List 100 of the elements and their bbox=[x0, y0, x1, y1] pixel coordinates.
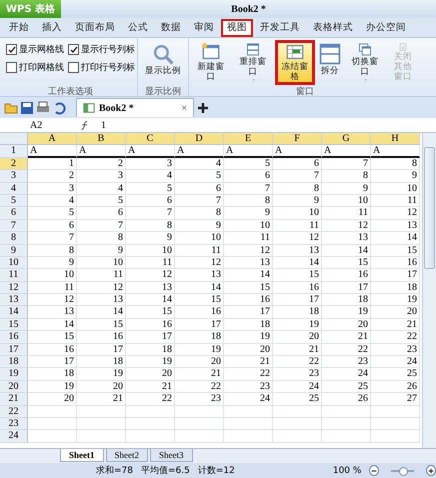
row-header[interactable]: 23 bbox=[0, 418, 28, 430]
table-cell: 8 bbox=[28, 244, 77, 257]
column-header[interactable]: D bbox=[175, 133, 224, 146]
column-header[interactable]: G bbox=[322, 133, 371, 146]
table-cell: 18 bbox=[224, 318, 273, 332]
row-header[interactable]: 16 bbox=[0, 331, 28, 344]
row-header[interactable]: 5 bbox=[0, 194, 28, 208]
group-title: 工作表选项 bbox=[47, 86, 94, 96]
column-header[interactable]: F bbox=[273, 133, 322, 146]
row-header[interactable]: 10 bbox=[0, 256, 28, 270]
column-header[interactable]: A bbox=[28, 133, 77, 146]
name-box[interactable]: A2 bbox=[0, 120, 80, 130]
menu-tab[interactable]: 开发工具 bbox=[254, 18, 306, 36]
menu-tab[interactable]: 审阅 bbox=[188, 18, 220, 36]
checkbox[interactable] bbox=[6, 62, 17, 73]
scrollbar-thumb[interactable] bbox=[424, 147, 435, 269]
menu-tab[interactable]: 公式 bbox=[122, 18, 154, 36]
table-cell: 13 bbox=[322, 232, 371, 245]
table-cell: 15 bbox=[273, 269, 322, 282]
checkbox[interactable] bbox=[68, 62, 79, 73]
row-header[interactable]: 24 bbox=[0, 430, 28, 443]
row-header[interactable]: 1 bbox=[0, 145, 28, 158]
table-cell: 17 bbox=[28, 356, 77, 368]
printer-icon bbox=[36, 100, 50, 114]
zoom-in-button[interactable] bbox=[426, 465, 436, 476]
zoom-out-button[interactable] bbox=[369, 465, 380, 476]
table-cell bbox=[175, 418, 224, 430]
table-cell: 3 bbox=[126, 158, 175, 170]
close-tab-button[interactable]: × bbox=[181, 102, 187, 114]
window-button[interactable]: 重排窗口 bbox=[233, 40, 273, 85]
row-header[interactable]: 22 bbox=[0, 406, 28, 418]
column-header[interactable]: H bbox=[371, 133, 420, 146]
row-header[interactable]: 6 bbox=[0, 207, 28, 220]
formula-field[interactable]: 1 bbox=[91, 120, 106, 130]
sheet-tab[interactable]: Sheet3 bbox=[150, 449, 192, 462]
row-header[interactable]: 9 bbox=[0, 244, 28, 257]
vertical-scrollbar[interactable] bbox=[422, 133, 436, 448]
table-cell bbox=[28, 418, 77, 430]
row-header[interactable]: 11 bbox=[0, 269, 28, 282]
checkbox-option[interactable]: 打印行号列标 bbox=[68, 61, 135, 74]
table-cell: 15 bbox=[322, 256, 371, 270]
menu-tab[interactable]: 视图 bbox=[221, 18, 253, 36]
table-cell: 5 bbox=[224, 158, 273, 170]
row-header[interactable]: 20 bbox=[0, 380, 28, 394]
table-cell: 22 bbox=[322, 344, 371, 356]
menu-tab[interactable]: 办公空间 bbox=[360, 18, 412, 36]
group-title: 窗口 bbox=[295, 86, 315, 96]
window-button[interactable]: 冻结窗格 bbox=[275, 40, 315, 85]
checkbox-option[interactable]: 显示行号列标 bbox=[68, 43, 135, 56]
window-button[interactable]: 切换窗口 bbox=[345, 40, 385, 85]
column-header[interactable]: E bbox=[224, 133, 273, 146]
table-cell: 5 bbox=[28, 207, 77, 220]
table-cell: 7 bbox=[175, 194, 224, 208]
table-cell: 27 bbox=[371, 393, 420, 406]
table-cell: 11 bbox=[371, 194, 420, 208]
table-cell: 9 bbox=[28, 256, 77, 270]
row-header[interactable]: 8 bbox=[0, 232, 28, 245]
document-tab[interactable]: Book2 * × bbox=[76, 98, 194, 117]
folder-icon bbox=[4, 100, 18, 114]
menu-tab[interactable]: 开始 bbox=[3, 18, 35, 36]
sheet-tab[interactable]: Sheet2 bbox=[106, 449, 148, 462]
menu-tab[interactable]: 页面布局 bbox=[69, 18, 121, 36]
table-cell: 3 bbox=[77, 170, 126, 183]
row-header[interactable]: 21 bbox=[0, 393, 28, 406]
checkbox-option[interactable]: 显示网格线 bbox=[6, 43, 64, 56]
row-header[interactable]: 17 bbox=[0, 344, 28, 356]
checkbox[interactable] bbox=[6, 44, 17, 55]
table-cell bbox=[322, 430, 371, 443]
table-cell bbox=[126, 418, 175, 430]
row-header[interactable]: 15 bbox=[0, 318, 28, 332]
sheet-tab[interactable]: Sheet1 bbox=[60, 449, 104, 462]
zoom-button[interactable]: 显示比例 bbox=[140, 40, 186, 85]
column-header[interactable]: C bbox=[126, 133, 175, 146]
table-cell: A bbox=[371, 145, 420, 158]
row-header[interactable]: 18 bbox=[0, 356, 28, 368]
row-header[interactable]: 4 bbox=[0, 182, 28, 195]
table-cell: 11 bbox=[77, 269, 126, 282]
split-window-icon bbox=[319, 43, 341, 65]
column-header[interactable]: B bbox=[77, 133, 126, 146]
row-header[interactable]: 2 bbox=[0, 158, 28, 170]
table-cell: 8 bbox=[224, 194, 273, 208]
table-cell: 18 bbox=[28, 368, 77, 381]
table-cell: 4 bbox=[175, 158, 224, 170]
group-title: 显示比例 bbox=[144, 86, 182, 96]
table-cell: 14 bbox=[28, 318, 77, 332]
window-button[interactable]: 新建窗口 bbox=[191, 40, 231, 85]
row-header[interactable]: 3 bbox=[0, 170, 28, 183]
row-header[interactable]: 7 bbox=[0, 220, 28, 232]
menu-tab[interactable]: 数据 bbox=[155, 18, 187, 36]
zoom-slider-thumb[interactable] bbox=[398, 466, 408, 476]
row-header[interactable]: 19 bbox=[0, 368, 28, 381]
window-button[interactable]: 拆分 bbox=[317, 40, 343, 85]
checkbox-option[interactable]: 打印网格线 bbox=[6, 61, 64, 74]
checkbox[interactable] bbox=[68, 44, 79, 55]
row-header[interactable]: 14 bbox=[0, 306, 28, 319]
row-header[interactable]: 12 bbox=[0, 282, 28, 294]
table-cell: 12 bbox=[126, 269, 175, 282]
menu-tab[interactable]: 表格样式 bbox=[307, 18, 359, 36]
menu-tab[interactable]: 插入 bbox=[36, 18, 68, 36]
row-header[interactable]: 13 bbox=[0, 294, 28, 306]
